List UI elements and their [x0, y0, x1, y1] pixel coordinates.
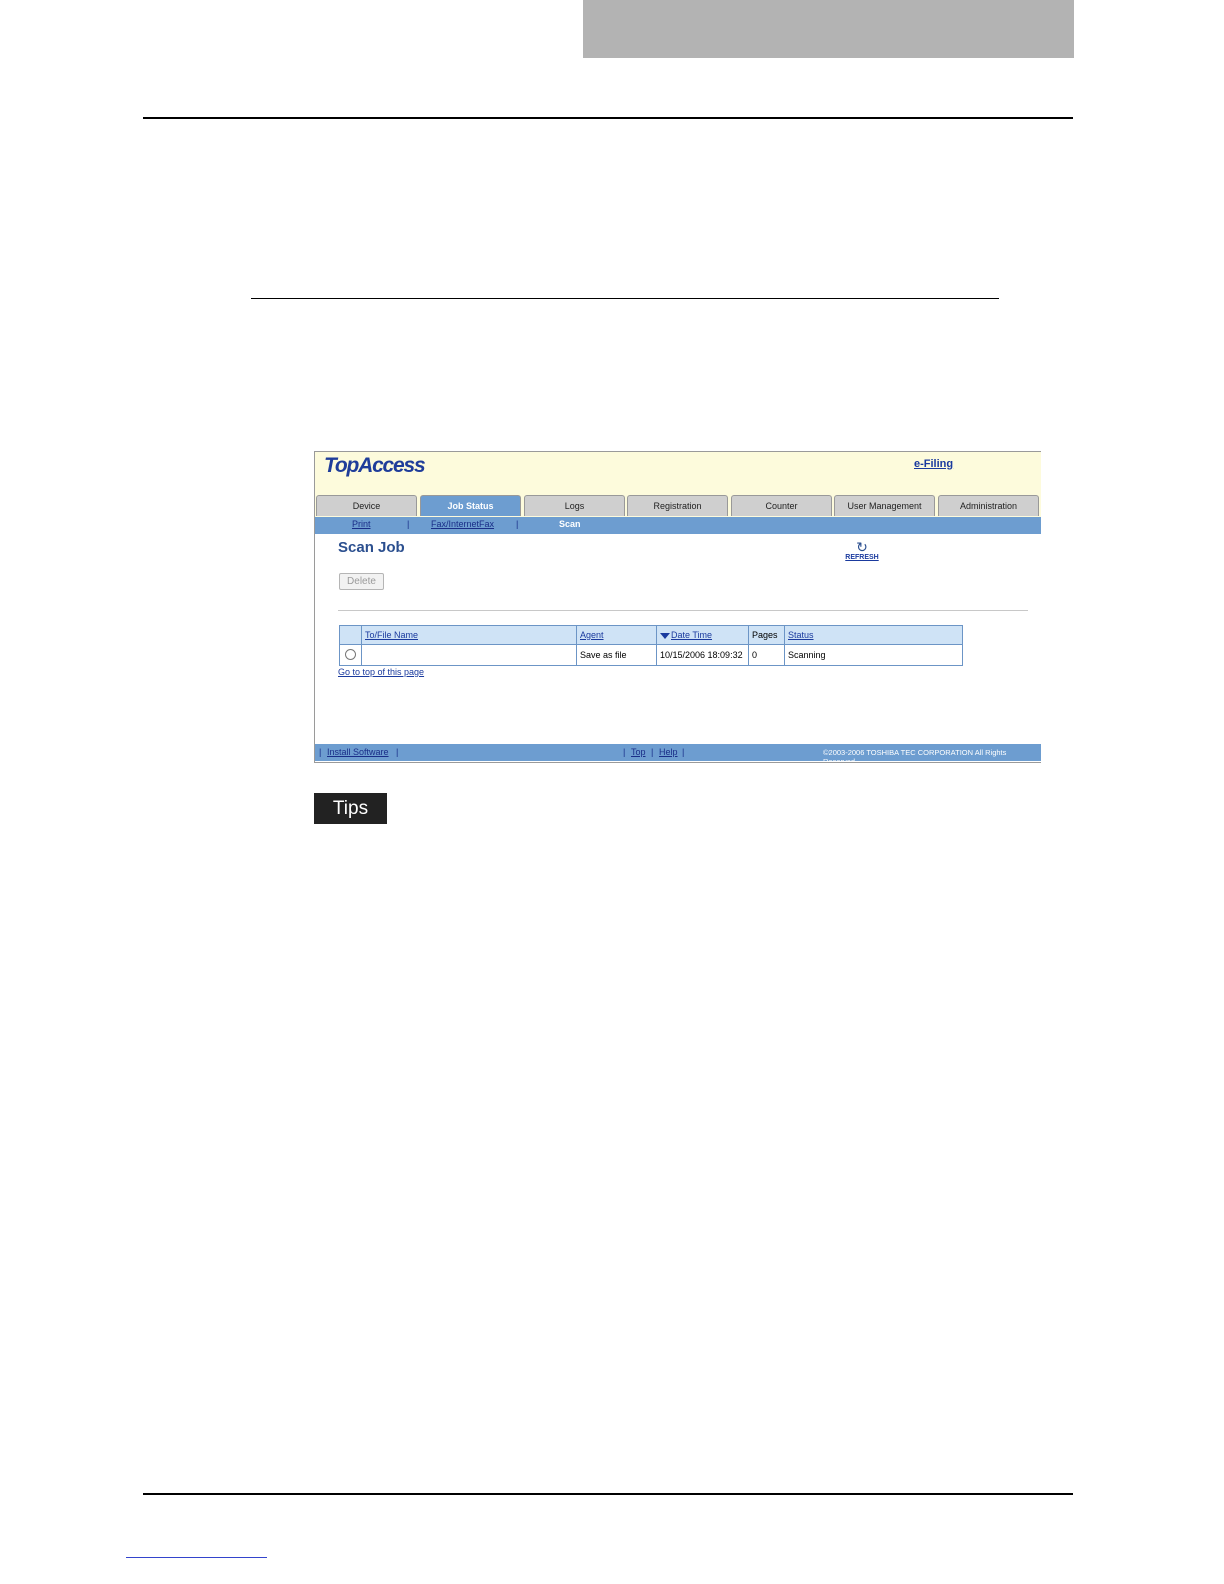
- tab-registration[interactable]: Registration: [627, 495, 728, 516]
- table-row: Save as file 10/15/2006 18:09:32 0 Scann…: [339, 644, 963, 666]
- tab-administration[interactable]: Administration: [938, 495, 1039, 516]
- install-software-link[interactable]: Install Software: [327, 747, 389, 757]
- tab-counter[interactable]: Counter: [731, 495, 832, 516]
- header-agent[interactable]: Agent: [576, 625, 657, 645]
- efiling-link[interactable]: e-Filing: [914, 458, 953, 470]
- help-link[interactable]: Help: [659, 747, 678, 757]
- header-status[interactable]: Status: [784, 625, 963, 645]
- top-link[interactable]: Top: [631, 747, 646, 757]
- refresh-label: REFRESH: [845, 554, 879, 561]
- app-header: TopAccess e-Filing: [315, 452, 1041, 495]
- main-tabs: Device Job Status Logs Registration Coun…: [315, 495, 1041, 517]
- top-rule: [143, 117, 1073, 119]
- footer-separator: |: [396, 747, 399, 757]
- cell-pages: 0: [748, 644, 785, 666]
- delete-button[interactable]: Delete: [339, 573, 384, 590]
- subnav-separator: |: [407, 519, 410, 529]
- page-title: Scan Job: [338, 539, 405, 556]
- app-footer: | Install Software | | Top | Help | ©200…: [315, 744, 1041, 763]
- header-agent-label: Agent: [580, 630, 604, 640]
- subnav-separator: |: [516, 519, 519, 529]
- bottom-rule: [143, 1493, 1073, 1495]
- header-date-time-label: Date Time: [671, 630, 713, 640]
- subnav-scan[interactable]: Scan: [559, 519, 581, 529]
- refresh-icon: ↻: [856, 539, 868, 555]
- subnav-fax[interactable]: Fax/InternetFax: [431, 519, 494, 529]
- row-select-cell: [339, 644, 362, 666]
- tab-job-status[interactable]: Job Status: [420, 495, 521, 516]
- select-column-header: [339, 625, 362, 645]
- footer-separator: |: [623, 747, 626, 757]
- footer-separator: |: [682, 747, 685, 757]
- table-header-row: To/File Name Agent Date Time Pages Statu…: [339, 625, 963, 645]
- header-date-time[interactable]: Date Time: [656, 625, 749, 645]
- sort-descending-icon: [660, 632, 670, 639]
- topaccess-screenshot: TopAccess e-Filing Device Job Status Log…: [314, 451, 1041, 763]
- divider: [338, 610, 1028, 611]
- cell-date-time: 10/15/2006 18:09:32: [656, 644, 749, 666]
- header-to-file-name[interactable]: To/File Name: [361, 625, 577, 645]
- refresh-button[interactable]: ↻ REFRESH: [842, 539, 882, 561]
- tips-label: Tips: [314, 793, 387, 824]
- cell-status: Scanning: [784, 644, 963, 666]
- go-to-top-link[interactable]: Go to top of this page: [338, 667, 424, 677]
- header-pages: Pages: [748, 625, 785, 645]
- cell-agent: Save as file: [576, 644, 657, 666]
- tab-user-management[interactable]: User Management: [834, 495, 935, 516]
- section-rule: [251, 298, 999, 299]
- footer-separator: |: [319, 747, 322, 757]
- scan-job-table: To/File Name Agent Date Time Pages Statu…: [339, 625, 963, 666]
- copyright-text: ©2003-2006 TOSHIBA TEC CORPORATION All R…: [823, 748, 1007, 763]
- cell-to-file-name: [361, 644, 577, 666]
- header-to-file-name-label: To/File Name: [365, 630, 419, 640]
- footer-separator: |: [651, 747, 654, 757]
- chapter-header-box: [583, 0, 1074, 58]
- tab-device[interactable]: Device: [316, 495, 417, 516]
- tab-logs[interactable]: Logs: [524, 495, 625, 516]
- footer-link-underline: [126, 1557, 267, 1558]
- header-status-label: Status: [788, 630, 814, 640]
- topaccess-logo: TopAccess: [324, 454, 426, 477]
- row-select-radio[interactable]: [345, 648, 356, 660]
- sub-navigation: Print | Fax/InternetFax | Scan: [315, 517, 1041, 534]
- subnav-print[interactable]: Print: [352, 519, 371, 529]
